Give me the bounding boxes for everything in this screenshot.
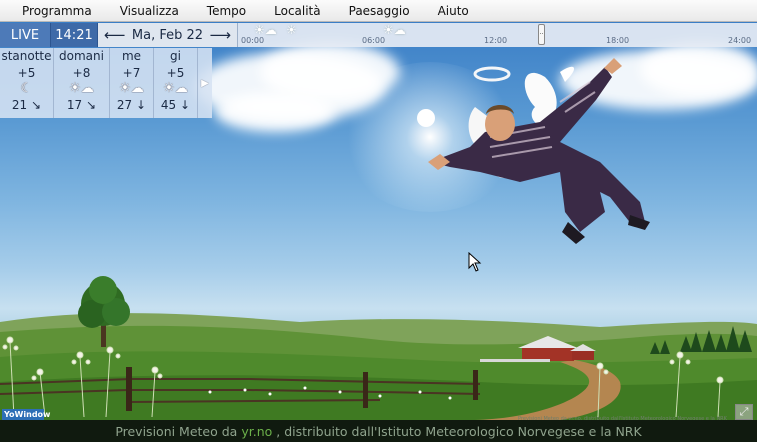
sun-icon: ☀ — [286, 23, 297, 37]
timeline-tick: 06:00 — [362, 36, 386, 45]
footer-prefix: Previsioni Meteo da — [115, 423, 238, 439]
forecast-day-name: me — [121, 49, 142, 63]
menu-bar: Programma Visualizza Tempo Località Paes… — [0, 0, 757, 22]
sun-cloud-icon: ☀☁ — [119, 81, 144, 96]
forecast-temp: +8 — [72, 66, 91, 80]
menu-localita[interactable]: Località — [260, 0, 335, 22]
current-time: 14:21 — [51, 23, 98, 47]
forecast-panel: stanotte +5 ☾ 21 ↘ domani +8 ☀☁ 17 ↘ me … — [0, 48, 212, 118]
forecast-more-button[interactable]: ▶ — [198, 48, 212, 118]
timeline-tick: 00:00 — [241, 36, 265, 45]
flying-man — [428, 58, 650, 244]
sun-cloud-icon: ☀☁ — [383, 23, 406, 37]
sun-cloud-icon: ☀☁ — [163, 81, 188, 96]
forecast-temp: +7 — [122, 66, 141, 80]
menu-programma[interactable]: Programma — [8, 0, 106, 22]
current-date: Ma, Feb 22 — [131, 27, 204, 43]
forecast-day-stanotte[interactable]: stanotte +5 ☾ 21 ↘ — [0, 48, 54, 118]
forecast-temp: +5 — [166, 66, 185, 80]
timeline-tick: 18:00 — [606, 36, 630, 45]
forecast-day-name: stanotte — [1, 49, 52, 63]
menu-paesaggio[interactable]: Paesaggio — [335, 0, 424, 22]
forecast-day-name: gi — [170, 49, 181, 63]
live-button[interactable]: LIVE — [0, 23, 51, 47]
menu-tempo[interactable]: Tempo — [193, 0, 260, 22]
chevron-right-icon: ▶ — [201, 77, 209, 89]
arrow-left-icon[interactable]: ⟵ — [104, 26, 126, 44]
forecast-day-gi[interactable]: gi +5 ☀☁ 45 ↓ — [154, 48, 198, 118]
menu-aiuto[interactable]: Aiuto — [424, 0, 483, 22]
timeline-handle[interactable]: ·· — [538, 24, 545, 45]
footer-credit: Previsioni Meteo da yr.no , distribuito … — [0, 420, 757, 442]
forecast-day-domani[interactable]: domani +8 ☀☁ 17 ↘ — [54, 48, 110, 118]
timeline-tick: 12:00 — [484, 36, 508, 45]
sun-cloud-icon: ☀☁ — [69, 81, 94, 96]
forecast-wind: 45 ↓ — [160, 98, 191, 112]
forecast-day-me[interactable]: me +7 ☀☁ 27 ↓ — [110, 48, 154, 118]
sun-icon: ☀☁ — [254, 23, 277, 37]
mouse-cursor-icon — [468, 252, 482, 272]
arrow-right-icon[interactable]: ⟶ — [209, 26, 231, 44]
yr-link[interactable]: yr.no — [241, 424, 272, 439]
date-navigator: ⟵ Ma, Feb 22 ⟶ — [98, 23, 238, 47]
fullscreen-icon[interactable]: ⤢ — [735, 404, 753, 420]
forecast-wind: 21 ↘ — [11, 98, 42, 112]
timeline-tick: 24:00 — [728, 36, 752, 45]
footer-suffix: , distribuito dall'Istituto Meteorologic… — [276, 423, 642, 439]
forecast-wind: 17 ↘ — [66, 98, 97, 112]
forecast-wind: 27 ↓ — [116, 98, 147, 112]
forecast-temp: +5 — [17, 66, 36, 80]
timeline-slider[interactable]: ☀☁ ☀ ☀☁ 00:00 06:00 12:00 18:00 24:00 ·· — [238, 23, 757, 47]
forecast-day-name: domani — [59, 49, 104, 63]
toolbar: LIVE 14:21 ⟵ Ma, Feb 22 ⟶ ☀☁ ☀ ☀☁ 00:00 … — [0, 23, 757, 47]
moon-icon: ☾ — [20, 81, 33, 96]
menu-visualizza[interactable]: Visualizza — [106, 0, 193, 22]
